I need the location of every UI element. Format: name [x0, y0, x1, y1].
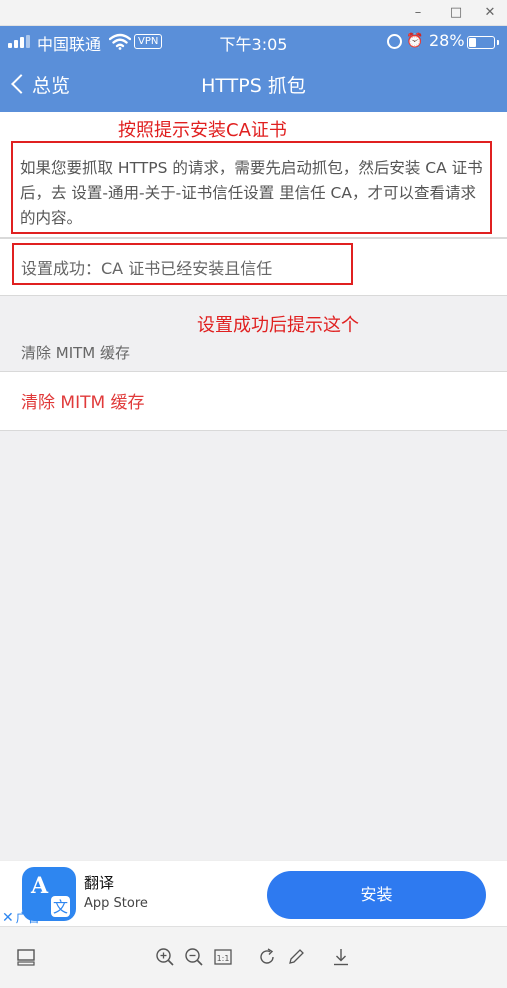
ad-app-name: 翻译 [84, 874, 115, 892]
thumbnail-icon[interactable] [16, 947, 36, 967]
success-status-text: 设置成功：CA 证书已经安装且信任 [21, 259, 273, 278]
nav-bar: 总览 HTTPS 抓包 [0, 56, 507, 112]
ad-store-label: App Store [84, 896, 148, 911]
rotation-lock-icon [387, 34, 402, 49]
viewer-toolbar: 1:1 [0, 926, 507, 988]
page-title: HTTPS 抓包 [201, 75, 306, 97]
viewer-title-bar: – □ ✕ [0, 0, 507, 26]
battery-percent: 28% [429, 31, 465, 50]
https-description: 如果您要抓取 HTTPS 的请求，需要先启动抓包，然后安装 CA 证书后，去 设… [20, 159, 483, 227]
ad-banner[interactable]: A 文 翻译 App Store ✕ 广告 安装 [0, 860, 507, 926]
edit-pencil-icon[interactable] [286, 947, 306, 967]
minimize-button[interactable]: – [406, 3, 430, 23]
success-hint-annotation: 设置成功后提示这个 [197, 315, 359, 336]
download-icon[interactable] [331, 947, 351, 967]
battery-icon [467, 36, 499, 49]
close-button[interactable]: ✕ [478, 3, 502, 23]
alarm-icon: ⏰ [406, 33, 424, 49]
main-content: 按照提示安装CA证书 如果您要抓取 HTTPS 的请求，需要先启动抓包，然后安装… [0, 112, 507, 860]
section-header: 清除 MITM 缓存 [21, 344, 131, 362]
svg-text:1:1: 1:1 [217, 954, 230, 963]
status-bar: 中国联通 VPN 下午3:05 ⏰ 28% [0, 26, 507, 56]
rotate-icon[interactable] [257, 947, 277, 967]
zoom-out-icon[interactable] [184, 947, 204, 967]
clear-mitm-cache-button[interactable]: 清除 MITM 缓存 [21, 388, 145, 413]
close-ad-icon[interactable]: ✕ [2, 910, 14, 926]
maximize-button[interactable]: □ [444, 3, 468, 23]
install-button[interactable]: 安装 [267, 871, 486, 919]
install-hint-annotation: 按照提示安装CA证书 [118, 120, 287, 141]
zoom-in-icon[interactable] [155, 947, 175, 967]
ad-label[interactable]: ✕ 广告 [2, 909, 40, 926]
actual-size-icon[interactable]: 1:1 [213, 947, 233, 967]
